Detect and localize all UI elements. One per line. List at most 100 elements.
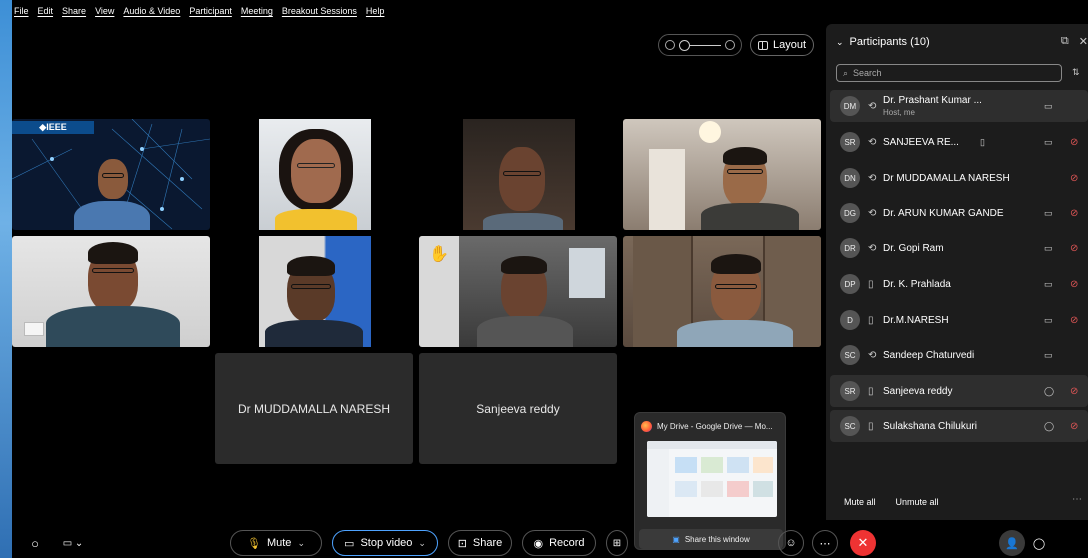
layout-icon [757, 40, 768, 50]
device-icon: ▯ [868, 278, 874, 290]
participant-row[interactable]: SC ▯ Sulakshana Chilukuri ◯ ⊘ [830, 410, 1088, 442]
zoom-knob[interactable] [679, 39, 690, 51]
video-camera-icon: ▭ [1044, 100, 1053, 111]
menu-participant[interactable]: Participant [189, 6, 232, 24]
thumb-card-8 [753, 481, 773, 497]
video-tile-8[interactable] [623, 236, 821, 347]
layout-button[interactable]: Layout [750, 34, 814, 56]
video-tile-3[interactable] [419, 119, 617, 230]
participant-row[interactable]: DG ⟲ Dr. ARUN KUMAR GANDE ▭ ⊘ [830, 197, 1088, 229]
video-tile-7[interactable]: ✋ [419, 236, 617, 347]
panel-header[interactable]: ⌄ Participants (10) [836, 36, 930, 48]
more-icon[interactable]: ⋯ [1072, 494, 1082, 505]
share-window-icon: ▣ [672, 534, 680, 544]
chevron-down-icon[interactable]: ⌄ [418, 538, 426, 549]
menu-file[interactable]: File [14, 6, 29, 24]
participant-name: Dr. Prashant Kumar ... [883, 95, 982, 106]
search-icon: ⌕ [843, 67, 849, 78]
share-button[interactable]: ⊡ Share [448, 530, 512, 556]
participant-row[interactable]: D ▯ Dr.M.NARESH ▭ ⊘ [830, 304, 1088, 336]
thumb-card-7 [727, 481, 749, 497]
participant-row[interactable]: SR ▯ Sanjeeva reddy ◯ ⊘ [830, 375, 1088, 407]
unmute-all-button[interactable]: Unmute all [896, 497, 939, 507]
name-tile-muddamalla[interactable]: Dr MUDDAMALLA NARESH [215, 353, 413, 464]
video-tile-2[interactable] [215, 119, 413, 230]
audio-status-icon: ⟲ [868, 349, 877, 361]
menu-meeting[interactable]: Meeting [241, 6, 273, 24]
mute-button[interactable]: 🎙 Mute ⌄ [230, 530, 322, 556]
mic-muted-icon[interactable]: ⊘ [1070, 386, 1078, 397]
zoom-in-icon[interactable] [725, 40, 735, 50]
audio-status-icon: ⟲ [868, 172, 877, 184]
glasses [715, 284, 757, 289]
participant-name: Dr MUDDAMALLA NARESH [237, 401, 391, 416]
mic-muted-icon[interactable]: ⊘ [1070, 137, 1078, 148]
preview-thumbnail[interactable] [647, 441, 777, 517]
avatar: SC [840, 416, 860, 436]
glasses [727, 169, 763, 174]
menu-view[interactable]: View [95, 6, 114, 24]
mic-muted-icon[interactable]: ⊘ [1070, 421, 1078, 432]
chevron-down-icon[interactable]: ⌄ [297, 538, 305, 549]
name-tile-sanjeeva[interactable]: Sanjeeva reddy [419, 353, 617, 464]
avatar: DR [840, 238, 860, 258]
reactions-button[interactable]: ○ [22, 530, 48, 556]
avatar: DN [840, 168, 860, 188]
menu-edit[interactable]: Edit [38, 6, 54, 24]
mic-muted-icon[interactable]: ⊘ [1070, 279, 1078, 290]
chat-button[interactable]: ◯ [1026, 530, 1052, 556]
thumb-card-1 [675, 457, 697, 473]
popout-icon[interactable]: ⧉ [1061, 35, 1069, 48]
video-tile-5[interactable] [12, 236, 210, 347]
close-icon[interactable]: ✕ [1079, 35, 1088, 48]
mic-muted-icon[interactable]: ⊘ [1070, 243, 1078, 254]
zoom-track[interactable] [679, 39, 721, 51]
mic-muted-icon[interactable]: ⊘ [1070, 315, 1078, 326]
video-camera-icon: ▭ [1044, 278, 1053, 289]
mic-muted-icon[interactable]: ⊘ [1070, 208, 1078, 219]
zoom-slider[interactable] [658, 34, 742, 56]
record-button[interactable]: ◉ Record [522, 530, 596, 556]
end-meeting-button[interactable]: ✕ [850, 530, 876, 556]
participant-row[interactable]: DM ⟲ Dr. Prashant Kumar ... Host, me ▭ [830, 90, 1088, 122]
participant-name: SANJEEVA RE... [883, 136, 959, 148]
participant-row[interactable]: DR ⟲ Dr. Gopi Ram ▭ ⊘ [830, 232, 1088, 264]
apps-button[interactable]: ⊞ [606, 530, 628, 556]
participant-search-input[interactable]: ⌕ Search [836, 64, 1062, 82]
menu-audio-video[interactable]: Audio & Video [123, 6, 180, 24]
mic-muted-icon[interactable]: ⊘ [1070, 173, 1078, 184]
menu-share[interactable]: Share [62, 6, 86, 24]
more-options-button[interactable]: ⋯ [812, 530, 838, 556]
captions-button[interactable]: ▭ ⌄ [56, 530, 90, 556]
participants-button[interactable]: 👤 [999, 530, 1025, 556]
chevron-down-icon[interactable]: ⌄ [836, 37, 844, 48]
participant-row[interactable]: DP ▯ Dr. K. Prahlada ▭ ⊘ [830, 268, 1088, 300]
video-tile-4[interactable] [623, 119, 821, 230]
participant-row[interactable]: SC ⟲ Sandeep Chaturvedi ▭ [830, 339, 1088, 371]
video-tile-1[interactable]: ◆IEEE [12, 119, 210, 230]
participant-name: Dr. K. Prahlada [883, 278, 951, 290]
menu-help[interactable]: Help [366, 6, 385, 24]
menu-breakout-sessions[interactable]: Breakout Sessions [282, 6, 357, 24]
avatar: SC [840, 345, 860, 365]
video-camera-icon: ▭ [1044, 349, 1053, 360]
device-icon: ▯ [868, 314, 874, 326]
stop-video-label: Stop video [360, 537, 413, 549]
thumb-sidebar [647, 449, 669, 517]
participant-row[interactable]: DN ⟲ Dr MUDDAMALLA NARESH ⊘ [830, 162, 1088, 194]
hair [501, 256, 547, 274]
zoom-out-icon[interactable] [665, 40, 675, 50]
sort-icon[interactable]: ⇅ [1072, 67, 1080, 78]
participant-name: Sulakshana Chilukuri [883, 420, 977, 432]
share-this-window-button[interactable]: ▣ Share this window [639, 529, 783, 549]
mute-all-button[interactable]: Mute all [844, 497, 876, 507]
stop-video-button[interactable]: ▭ Stop video ⌄ [332, 530, 438, 556]
participant-row[interactable]: SR ⟲ SANJEEVA RE... ▯ ▭ ⊘ [830, 126, 1088, 158]
person-head [291, 139, 341, 203]
video-camera-icon: ▭ [1044, 314, 1053, 325]
person-body [677, 320, 793, 347]
panel-header-icons: ⧉ ✕ [1061, 35, 1088, 48]
participant-name: Dr. ARUN KUMAR GANDE [883, 207, 1004, 219]
video-tile-6[interactable] [215, 236, 413, 347]
reactions-emoji-button[interactable]: ☺ [778, 530, 804, 556]
